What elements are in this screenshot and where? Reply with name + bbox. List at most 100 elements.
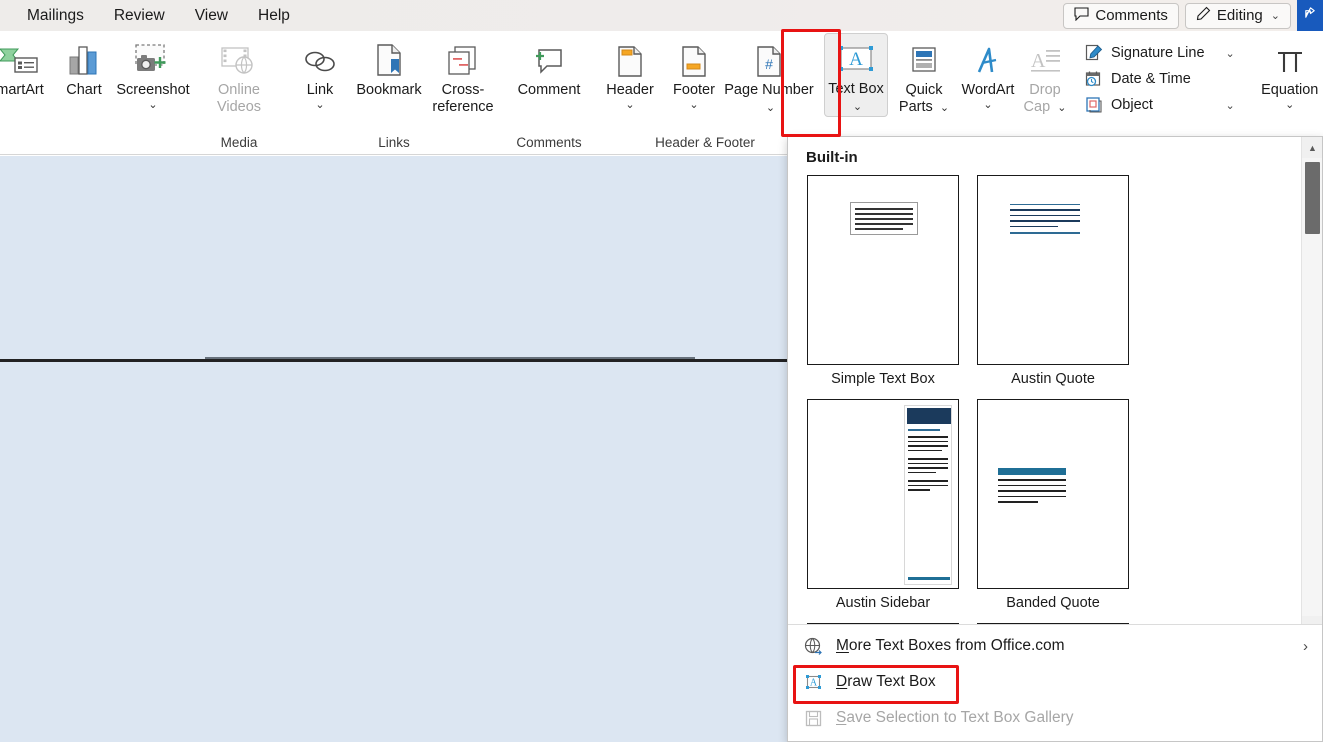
signature-line-label: Signature Line [1111, 45, 1205, 61]
tab-view[interactable]: View [180, 0, 243, 31]
bookmark-button[interactable]: Bookmark [352, 35, 426, 119]
tab-review[interactable]: Review [99, 0, 180, 31]
chevron-down-icon[interactable]: ⌄ [937, 102, 949, 114]
comments-button[interactable]: Comments [1063, 2, 1179, 29]
comment-button[interactable]: Comment [512, 35, 586, 119]
draw-text-box-icon: A [802, 673, 824, 692]
document-canvas[interactable] [0, 156, 787, 742]
link-button[interactable]: Link ⌄ [288, 35, 352, 119]
group-label-links: Links [378, 135, 410, 150]
share-button[interactable] [1297, 0, 1323, 31]
chevron-right-icon[interactable]: › [1303, 638, 1308, 655]
title-bar-actions: Comments Editing ⌄ [1063, 0, 1323, 31]
chart-label: Chart [66, 82, 102, 98]
chevron-down-icon[interactable]: ⌄ [1054, 102, 1066, 114]
scrollbar-thumb[interactable] [1305, 162, 1320, 234]
drop-cap-button[interactable]: A Drop Cap ⌄ [1020, 35, 1070, 119]
cross-reference-icon [446, 41, 480, 77]
screenshot-icon [134, 41, 172, 77]
chevron-down-icon[interactable]: ⌄ [850, 101, 862, 113]
online-videos-button[interactable]: Online Videos [202, 35, 276, 119]
quick-parts-button[interactable]: Quick Parts ⌄ [892, 35, 956, 119]
scroll-up-arrow-icon[interactable]: ▲ [1302, 137, 1322, 158]
comment-bubble-icon [1074, 6, 1089, 25]
wordart-icon [972, 41, 1004, 77]
equation-button[interactable]: Equation ⌄ [1253, 35, 1323, 119]
footer-icon [678, 41, 710, 77]
signature-line-button[interactable]: Signature Line ⌄ [1078, 40, 1241, 66]
text-group-small-buttons: Signature Line ⌄ Date & Time Object ⌄ [1078, 35, 1241, 118]
chevron-down-icon[interactable]: ⌄ [114, 100, 192, 111]
gallery-item-label: Austin Sidebar [835, 595, 931, 611]
chart-button[interactable]: Chart [52, 35, 116, 119]
gallery-scrollbar[interactable]: ▲ ▼ [1301, 137, 1322, 637]
chevron-down-icon[interactable]: ⌄ [1212, 47, 1235, 60]
thumbnail-austin-sidebar[interactable] [807, 399, 959, 589]
object-label: Object [1111, 97, 1153, 113]
drop-cap-icon: A [1027, 41, 1063, 77]
ribbon-tab-strip: Mailings Review View Help Comments Editi… [0, 0, 1323, 31]
svg-text:A: A [1031, 50, 1046, 72]
online-videos-label: Online Videos [216, 82, 262, 115]
group-label-comments: Comments [516, 135, 582, 150]
save-selection-menu-item[interactable]: Save Selection to Text Box Gallery [788, 700, 1322, 736]
thumb-quote-block [1010, 204, 1080, 234]
ribbon-group-media: Online Videos Media [196, 31, 282, 155]
chevron-down-icon[interactable]: ⌄ [1251, 100, 1323, 111]
date-time-button[interactable]: Date & Time [1078, 66, 1241, 92]
text-box-label: Text Box ⌄ [828, 81, 884, 113]
globe-arrow-icon [802, 637, 824, 656]
gallery-scroll-area[interactable]: Simple Text Box Austin Quote Austin Side… [788, 175, 1303, 637]
ribbon-group-illustrations: martArt Chart Screenshot ⌄ [0, 31, 196, 155]
thumbnail-banded-quote[interactable] [977, 399, 1129, 589]
header-button[interactable]: Header ⌄ [598, 35, 662, 119]
save-selection-label: Save Selection to Text Box Gallery [836, 709, 1074, 726]
ribbon-group-comments: Comment Comments [506, 31, 592, 155]
more-text-boxes-menu-item[interactable]: More Text Boxes from Office.com › [788, 628, 1322, 664]
more-text-boxes-label: More Text Boxes from Office.com [836, 637, 1065, 654]
text-box-gallery-dropdown: Built-in Simple Text Box Austin Quote Au… [787, 136, 1323, 742]
tab-help[interactable]: Help [243, 0, 305, 31]
gallery-item[interactable]: Banded Quote [968, 399, 1138, 623]
chevron-down-icon[interactable]: ⌄ [1271, 9, 1280, 22]
draw-text-box-label: Draw Text Box [836, 673, 936, 690]
thumbnail-simple-text-box[interactable] [807, 175, 959, 365]
object-button[interactable]: Object ⌄ [1078, 92, 1241, 118]
date-time-icon [1084, 70, 1104, 88]
equation-label: Equation ⌄ [1251, 82, 1323, 111]
text-box-button[interactable]: A Text Box ⌄ [824, 33, 888, 117]
online-video-icon [220, 41, 258, 77]
save-icon [802, 709, 824, 728]
page-number-icon: # [753, 41, 785, 77]
cross-reference-button[interactable]: Cross-reference [426, 35, 500, 119]
draw-text-box-menu-item[interactable]: A Draw Text Box [788, 664, 1322, 700]
thumbnail-austin-quote[interactable] [977, 175, 1129, 365]
gallery-item-label: Austin Quote [1011, 371, 1095, 387]
wordart-label: WordArt ⌄ [949, 82, 1027, 111]
svg-text:#: # [765, 56, 773, 72]
chevron-down-icon[interactable]: ⌄ [949, 100, 1027, 111]
footer-button[interactable]: Footer ⌄ [662, 35, 726, 119]
cross-reference-label: Cross-reference [432, 82, 494, 115]
link-label: Link ⌄ [281, 82, 359, 111]
chevron-down-icon[interactable]: ⌄ [1212, 99, 1235, 112]
chevron-down-icon[interactable]: ⌄ [763, 102, 775, 114]
screenshot-button[interactable]: Screenshot ⌄ [116, 35, 190, 119]
group-label-header-footer: Header & Footer [655, 135, 755, 150]
gallery-item[interactable]: Simple Text Box [798, 175, 968, 399]
thumb-sidebar-frame [904, 405, 952, 585]
smartart-icon [0, 41, 42, 77]
wordart-button[interactable]: WordArt ⌄ [956, 35, 1020, 119]
tab-mailings[interactable]: Mailings [12, 0, 99, 31]
chevron-down-icon[interactable]: ⌄ [281, 100, 359, 111]
gallery-item[interactable]: Austin Sidebar [798, 399, 968, 623]
gallery-item[interactable]: Austin Quote [968, 175, 1138, 399]
drop-cap-label: Drop Cap ⌄ [1023, 82, 1067, 115]
smartart-button[interactable]: martArt [0, 35, 52, 119]
screenshot-label: Screenshot ⌄ [114, 82, 192, 111]
gallery-grid: Simple Text Box Austin Quote Austin Side… [798, 175, 1303, 637]
gallery-section-title: Built-in [806, 149, 858, 166]
quick-parts-label: Quick Parts ⌄ [898, 82, 950, 115]
editing-mode-button[interactable]: Editing ⌄ [1184, 2, 1291, 29]
page-number-button[interactable]: # Page Number ⌄ [724, 35, 814, 119]
